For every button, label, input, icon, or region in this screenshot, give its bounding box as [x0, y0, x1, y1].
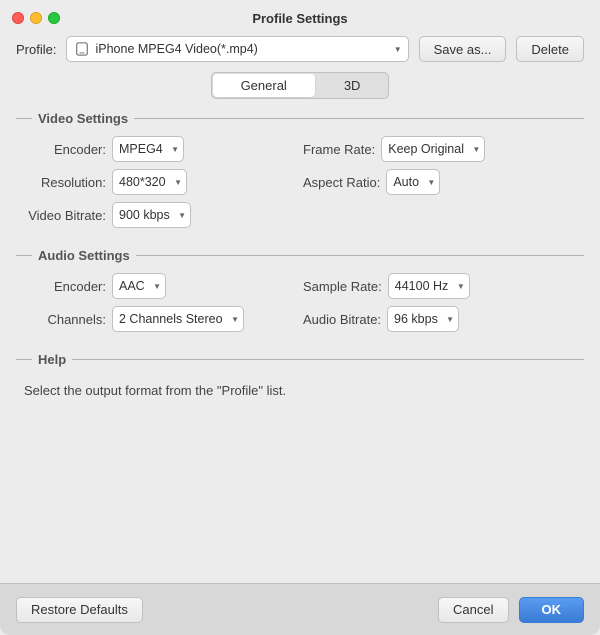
help-text: Select the output format from the "Profi… [16, 377, 584, 404]
bottom-right-buttons: Cancel OK [438, 597, 584, 623]
audio-bitrate-select[interactable]: 96 kbps [387, 306, 459, 332]
tabs-row: General 3D [16, 72, 584, 99]
video-settings-section: Video Settings Encoder: MPEG4 R [16, 111, 584, 234]
help-section: Help Select the output format from the "… [16, 352, 584, 404]
sample-rate-label: Sample Rate: [303, 279, 382, 294]
channels-select[interactable]: 2 Channels Stereo [112, 306, 244, 332]
audio-section-divider: Audio Settings [16, 248, 584, 263]
audio-encoder-select-wrap: AAC [112, 273, 166, 299]
phone-icon [75, 42, 89, 56]
aspect-ratio-label: Aspect Ratio: [303, 175, 380, 190]
ok-button[interactable]: OK [519, 597, 585, 623]
help-divider-line-right [72, 359, 584, 360]
sample-rate-select[interactable]: 44100 Hz [388, 273, 470, 299]
help-section-title: Help [38, 352, 66, 367]
profile-label: Profile: [16, 42, 56, 57]
minimize-button[interactable] [30, 12, 42, 24]
title-bar: Profile Settings [0, 0, 600, 36]
audio-encoder-label: Encoder: [16, 279, 106, 294]
video-section-divider: Video Settings [16, 111, 584, 126]
resolution-row: Resolution: 480*320 [16, 169, 297, 195]
resolution-label: Resolution: [16, 175, 106, 190]
profile-row: Profile: iPhone MPEG4 Video(*.mp4) Save … [16, 36, 584, 62]
main-content: Profile: iPhone MPEG4 Video(*.mp4) Save … [0, 36, 600, 583]
aspect-ratio-row: Aspect Ratio: Auto [303, 169, 584, 195]
audio-encoder-row: Encoder: AAC [16, 273, 297, 299]
encoder-label: Encoder: [16, 142, 106, 157]
video-bitrate-select-wrap: 900 kbps [112, 202, 191, 228]
profile-dropdown[interactable]: iPhone MPEG4 Video(*.mp4) [66, 36, 408, 62]
frame-rate-select-wrap: Keep Original [381, 136, 485, 162]
maximize-button[interactable] [48, 12, 60, 24]
encoder-select[interactable]: MPEG4 [112, 136, 184, 162]
frame-rate-label: Frame Rate: [303, 142, 375, 157]
encoder-select-wrap: MPEG4 [112, 136, 184, 162]
frame-rate-row: Frame Rate: Keep Original [303, 136, 584, 162]
bottom-bar: Restore Defaults Cancel OK [0, 583, 600, 635]
divider-line-right [134, 118, 584, 119]
video-bitrate-label: Video Bitrate: [16, 208, 106, 223]
frame-rate-select[interactable]: Keep Original [381, 136, 485, 162]
audio-encoder-select[interactable]: AAC [112, 273, 166, 299]
audio-bitrate-row: Audio Bitrate: 96 kbps [303, 306, 584, 332]
audio-right-col: Sample Rate: 44100 Hz Audio Bitrate: 96 … [303, 273, 584, 332]
sample-rate-select-wrap: 44100 Hz [388, 273, 470, 299]
aspect-ratio-select[interactable]: Auto [386, 169, 440, 195]
window-title: Profile Settings [252, 11, 347, 26]
audio-section-title: Audio Settings [38, 248, 130, 263]
tab-general[interactable]: General [213, 74, 315, 97]
video-right-col: Frame Rate: Keep Original Aspect Ratio: … [303, 136, 584, 228]
profile-selected-value: iPhone MPEG4 Video(*.mp4) [95, 42, 257, 56]
resolution-select-wrap: 480*320 [112, 169, 187, 195]
encoder-row: Encoder: MPEG4 [16, 136, 297, 162]
audio-left-col: Encoder: AAC Channels: 2 Channels Stereo [16, 273, 297, 332]
delete-button[interactable]: Delete [516, 36, 584, 62]
video-bitrate-select[interactable]: 900 kbps [112, 202, 191, 228]
audio-bitrate-select-wrap: 96 kbps [387, 306, 459, 332]
aspect-ratio-select-wrap: Auto [386, 169, 440, 195]
help-section-divider: Help [16, 352, 584, 367]
save-as-button[interactable]: Save as... [419, 36, 507, 62]
close-button[interactable] [12, 12, 24, 24]
channels-select-wrap: 2 Channels Stereo [112, 306, 244, 332]
profile-settings-window: Profile Settings Profile: iPhone MPEG4 V… [0, 0, 600, 635]
tab-3d[interactable]: 3D [316, 73, 389, 98]
traffic-lights [12, 12, 60, 24]
audio-bitrate-label: Audio Bitrate: [303, 312, 381, 327]
video-row-1: Encoder: MPEG4 Resolution: 480*320 [16, 136, 584, 234]
audio-fields: Encoder: AAC Channels: 2 Channels Stereo [16, 273, 584, 338]
help-divider-line-left [16, 359, 32, 360]
audio-divider-line-right [136, 255, 584, 256]
sample-rate-row: Sample Rate: 44100 Hz [303, 273, 584, 299]
video-bitrate-row: Video Bitrate: 900 kbps [16, 202, 297, 228]
tab-group: General 3D [211, 72, 390, 99]
audio-divider-line-left [16, 255, 32, 256]
audio-settings-section: Audio Settings Encoder: AAC Channels: [16, 248, 584, 338]
restore-defaults-button[interactable]: Restore Defaults [16, 597, 143, 623]
divider-line-left [16, 118, 32, 119]
resolution-select[interactable]: 480*320 [112, 169, 187, 195]
cancel-button[interactable]: Cancel [438, 597, 508, 623]
channels-label: Channels: [16, 312, 106, 327]
video-section-title: Video Settings [38, 111, 128, 126]
channels-row: Channels: 2 Channels Stereo [16, 306, 297, 332]
video-left-col: Encoder: MPEG4 Resolution: 480*320 [16, 136, 297, 228]
